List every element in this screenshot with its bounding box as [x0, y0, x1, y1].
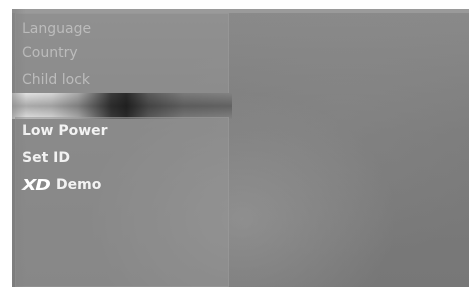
menu-item-country[interactable]: Country — [22, 44, 78, 62]
menu-item-child-lock[interactable]: Child lock — [22, 71, 90, 89]
menu-item-label: Country — [22, 45, 78, 61]
menu-item-label: Low Power — [22, 123, 108, 139]
menu-item-label: Demo — [56, 177, 102, 193]
menu-item-label: Child lock — [22, 72, 91, 88]
menu-selection-highlight[interactable] — [12, 93, 232, 119]
menu-item-low-power[interactable]: Low Power — [22, 122, 108, 140]
menu-item-language[interactable]: Language — [22, 20, 91, 38]
tv-screen: Language Country Child lock Low Power Se… — [12, 9, 469, 287]
xd-logo-icon: XD — [22, 176, 51, 194]
menu-item-set-id[interactable]: Set ID — [22, 149, 70, 167]
left-edge-shade — [12, 9, 26, 287]
menu-panel-lower — [15, 117, 229, 287]
menu-item-label: Language — [22, 21, 92, 37]
menu-item-label: Set ID — [22, 150, 70, 166]
menu-item-xd-demo[interactable]: XD Demo — [22, 176, 101, 194]
